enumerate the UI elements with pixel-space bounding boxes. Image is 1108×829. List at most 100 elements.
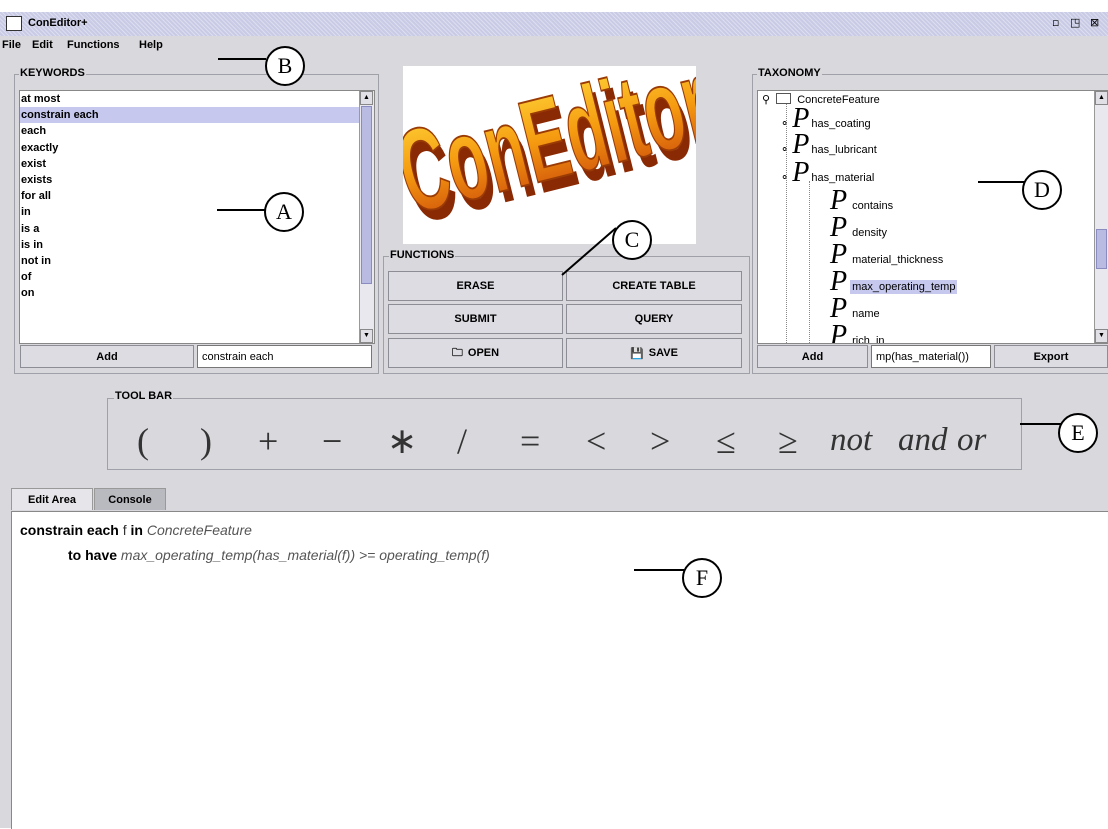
open-label: OPEN [467,347,500,359]
expand-handle-icon[interactable]: ⚲ [762,94,770,106]
query-button[interactable]: QUERY [566,304,742,334]
tab-edit-area[interactable]: Edit Area [11,488,93,510]
toolbar-symbol-button[interactable]: / [457,420,467,462]
toolbar-symbol-button[interactable]: − [322,420,342,462]
callout-b: B [265,46,305,86]
callout-e: E [1058,413,1098,453]
tree-node-has-lubricant[interactable]: ⚬ Phas_lubricant [780,131,877,159]
callout-d: D [1022,170,1062,210]
scroll-up-icon[interactable]: ▲ [1095,91,1108,105]
taxonomy-field[interactable]: mp(has_material()) [871,345,991,368]
scroll-up-icon[interactable]: ▲ [360,91,373,105]
keyword-token: constrain each [20,522,119,538]
keyword-item[interactable]: of [20,269,359,285]
toolbar-symbol-button[interactable]: ∗ [387,420,417,462]
keywords-add-button[interactable]: Add [20,345,194,368]
tree-node-label: has_material [811,172,875,184]
property-icon: P [792,157,810,188]
toolbar-word-button-not[interactable]: not [830,422,872,459]
callout-a: A [264,192,304,232]
keyword-item[interactable]: on [20,285,359,301]
toolbar-title: TOOL BAR [114,390,174,402]
toolbar-symbol-button[interactable]: ≥ [778,420,798,462]
toolbar-symbol-button[interactable]: ( [137,420,149,462]
keyword-item[interactable]: constrain each [20,107,359,124]
tree-node-name[interactable]: Pname [830,295,882,323]
editor-line-1: constrain each f in ConcreteFeature [20,522,252,538]
callout-leader [561,227,617,276]
expand-handle-icon[interactable]: ⚬ [780,144,789,156]
keyword-item[interactable]: each [20,123,359,139]
window-icon [6,16,22,31]
tree-node-has-material[interactable]: ⚬ Phas_material [780,159,875,187]
keyword-item[interactable]: in [20,204,359,220]
expand-handle-icon[interactable]: ⚬ [780,172,789,184]
tree-node-contains[interactable]: Pcontains [830,187,895,215]
toolbar-symbol-button[interactable]: + [258,420,278,462]
taxonomy-title: TAXONOMY [757,67,822,79]
tree-node-has-coating[interactable]: ⚬ Phas_coating [780,105,871,133]
window-titlebar[interactable]: ConEditor+ ▫ ◳ ⊠ [0,12,1108,37]
toolbar-symbol-button[interactable]: = [520,420,540,462]
keywords-scrollbar[interactable]: ▲ ▼ [359,91,374,343]
tree-node-density[interactable]: Pdensity [830,214,889,242]
callout-leader [978,181,1026,183]
scroll-down-icon[interactable]: ▼ [360,329,373,343]
keyword-item[interactable]: exists [20,172,359,188]
tree-node-label: rich_in [852,335,885,344]
toolbar-word-button-or[interactable]: or [957,422,986,459]
keyword-item[interactable]: exactly [20,140,359,156]
erase-button[interactable]: ERASE [388,271,563,301]
scroll-thumb[interactable] [361,106,372,284]
scroll-thumb[interactable] [1096,229,1107,269]
minimize-icon[interactable]: ▫ [1052,16,1059,29]
close-icon[interactable]: ⊠ [1090,16,1099,29]
menu-help[interactable]: Help [139,39,163,51]
keyword-token: to have [68,547,118,563]
menu-file[interactable]: File [2,39,21,51]
save-label: SAVE [648,347,678,359]
menu-functions[interactable]: Functions [67,39,120,51]
keyword-item[interactable]: is in [20,237,359,253]
expand-handle-icon[interactable]: ⚬ [780,118,789,130]
tree-node-rich-in[interactable]: Prich_in [830,322,887,344]
tab-console[interactable]: Console [94,488,166,510]
keyword-item[interactable]: at most [20,91,359,107]
tree-root[interactable]: ⚲ ConcreteFeature [762,93,880,106]
taxonomy-scrollbar[interactable]: ▲ ▼ [1094,91,1108,343]
callout-c: C [612,220,652,260]
toolbar-word-button-and[interactable]: and [898,422,948,459]
toolbar-symbol-button[interactable]: ) [200,420,212,462]
toolbar-symbol-button[interactable]: > [650,420,670,462]
keyword-item[interactable]: exist [20,156,359,172]
keyword-item[interactable]: for all [20,188,359,204]
window-title: ConEditor+ [28,17,88,29]
keyword-item[interactable]: is a [20,221,359,237]
taxonomy-tree[interactable]: ⚲ ConcreteFeature ⚬ Phas_coating ⚬ Phas_lub… [757,90,1108,344]
folder-icon [776,93,792,104]
tree-node-max-operating-temp[interactable]: Pmax_operating_temp [830,268,958,296]
tree-node-label: material_thickness [852,254,944,266]
tree-node-material-thickness[interactable]: Pmaterial_thickness [830,241,945,269]
taxonomy-add-button[interactable]: Add [757,345,868,368]
submit-button[interactable]: SUBMIT [388,304,563,334]
tree-guide [809,181,810,343]
toolbar-symbol-button[interactable]: < [586,420,606,462]
editor-line-2: to have max_operating_temp(has_material(… [68,547,490,563]
menu-edit[interactable]: Edit [32,39,53,51]
export-button[interactable]: Export [994,345,1108,368]
open-button[interactable]: 🗀 OPEN [388,338,563,368]
keyword-field[interactable]: constrain each [197,345,372,368]
callout-f: F [682,558,722,598]
toolbar-symbol-button[interactable]: ≤ [716,420,736,462]
scroll-down-icon[interactable]: ▼ [1095,329,1108,343]
property-icon: P [830,320,848,344]
keywords-list[interactable]: at most constrain each each exactly exist exi… [19,90,375,344]
keyword-token: in [130,522,143,538]
tree-node-label: max_operating_temp [850,280,958,294]
maximize-icon[interactable]: ◳ [1070,16,1080,29]
keyword-item[interactable]: not in [20,253,359,269]
tree-node-label: contains [852,200,894,212]
floppy-icon: 💾 [630,347,644,360]
save-button[interactable]: 💾 SAVE [566,338,742,368]
